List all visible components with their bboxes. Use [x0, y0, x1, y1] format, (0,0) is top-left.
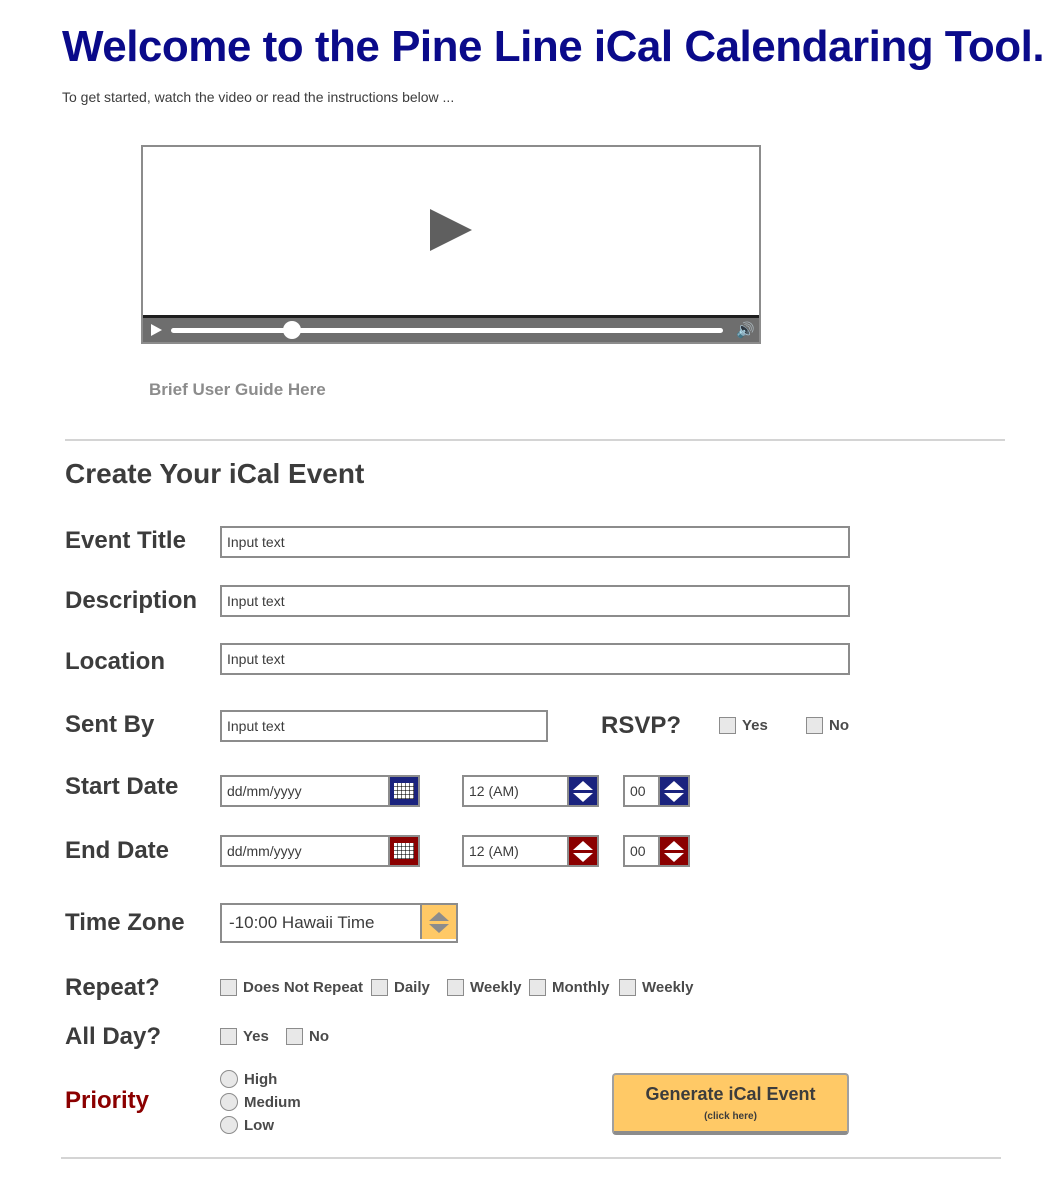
repeat-daily-checkbox[interactable]: Daily	[371, 979, 430, 996]
repeat-weekly-2-checkbox[interactable]: Weekly	[619, 979, 693, 996]
time-zone-label: Time Zone	[65, 909, 185, 936]
rsvp-no-checkbox[interactable]: No	[806, 717, 849, 734]
sent-by-label: Sent By	[65, 711, 155, 738]
priority-medium-radio[interactable]: Medium	[220, 1093, 301, 1111]
radio-icon[interactable]	[220, 1070, 238, 1088]
generate-button-label: Generate iCal Event	[645, 1084, 816, 1104]
repeat-monthly-checkbox[interactable]: Monthly	[529, 979, 610, 996]
rsvp-yes-checkbox[interactable]: Yes	[719, 717, 768, 734]
calendar-icon[interactable]	[388, 837, 418, 865]
checkbox-icon[interactable]	[806, 717, 823, 734]
checkbox-icon[interactable]	[220, 979, 237, 996]
radio-icon[interactable]	[220, 1116, 238, 1134]
all-day-no-checkbox[interactable]: No	[286, 1028, 329, 1045]
repeat-none-checkbox[interactable]: Does Not Repeat	[220, 979, 363, 996]
checkbox-icon[interactable]	[529, 979, 546, 996]
radio-icon[interactable]	[220, 1093, 238, 1111]
time-zone-select[interactable]: -10:00 Hawaii Time	[220, 903, 458, 943]
description-input[interactable]	[220, 585, 850, 617]
generate-button-hint: (click here)	[704, 1111, 757, 1122]
video-controls: 🔊	[143, 315, 759, 342]
start-hour-select[interactable]: 12 (AM)	[462, 775, 599, 807]
end-date-input[interactable]: dd/mm/yyyy	[220, 835, 420, 867]
checkbox-icon[interactable]	[719, 717, 736, 734]
video-progress-track[interactable]	[171, 328, 723, 333]
stepper-icon[interactable]	[567, 837, 597, 865]
checkbox-icon[interactable]	[447, 979, 464, 996]
checkbox-icon[interactable]	[286, 1028, 303, 1045]
form-heading: Create Your iCal Event	[65, 458, 365, 489]
start-minute-select[interactable]: 00	[623, 775, 690, 807]
end-date-label: End Date	[65, 837, 170, 864]
all-day-label: All Day?	[65, 1023, 162, 1050]
start-date-label: Start Date	[65, 773, 179, 800]
page-subtitle: To get started, watch the video or read …	[62, 89, 455, 105]
priority-label: Priority	[65, 1087, 150, 1114]
location-input[interactable]	[220, 643, 850, 675]
end-minute-select[interactable]: 00	[623, 835, 690, 867]
end-hour-select[interactable]: 12 (AM)	[462, 835, 599, 867]
generate-ical-button[interactable]: Generate iCal Event (click here)	[612, 1073, 849, 1135]
user-guide-link[interactable]: Brief User Guide Here	[149, 380, 326, 400]
description-label: Description	[65, 587, 198, 614]
page-title: Welcome to the Pine Line iCal Calendarin…	[62, 22, 1045, 71]
play-small-icon[interactable]	[151, 324, 162, 336]
volume-icon[interactable]: 🔊	[736, 321, 755, 339]
stepper-icon[interactable]	[658, 777, 688, 805]
calendar-icon[interactable]	[388, 777, 418, 805]
stepper-icon[interactable]	[567, 777, 597, 805]
divider-top	[65, 439, 1005, 441]
checkbox-icon[interactable]	[371, 979, 388, 996]
stepper-icon[interactable]	[658, 837, 688, 865]
divider-bottom	[61, 1157, 1001, 1159]
stepper-icon[interactable]	[420, 905, 456, 939]
checkbox-icon[interactable]	[220, 1028, 237, 1045]
play-icon[interactable]	[430, 209, 472, 251]
repeat-weekly-checkbox[interactable]: Weekly	[447, 979, 521, 996]
video-progress-knob[interactable]	[283, 321, 302, 339]
checkbox-icon[interactable]	[619, 979, 636, 996]
event-title-input[interactable]	[220, 526, 850, 558]
sent-by-input[interactable]	[220, 710, 548, 742]
all-day-yes-checkbox[interactable]: Yes	[220, 1028, 269, 1045]
location-label: Location	[65, 648, 165, 675]
priority-high-radio[interactable]: High	[220, 1070, 277, 1088]
video-player[interactable]: 🔊	[141, 145, 761, 344]
rsvp-label: RSVP?	[601, 712, 682, 739]
start-date-input[interactable]: dd/mm/yyyy	[220, 775, 420, 807]
event-title-label: Event Title	[65, 527, 186, 554]
priority-low-radio[interactable]: Low	[220, 1116, 274, 1134]
repeat-label: Repeat?	[65, 974, 160, 1001]
